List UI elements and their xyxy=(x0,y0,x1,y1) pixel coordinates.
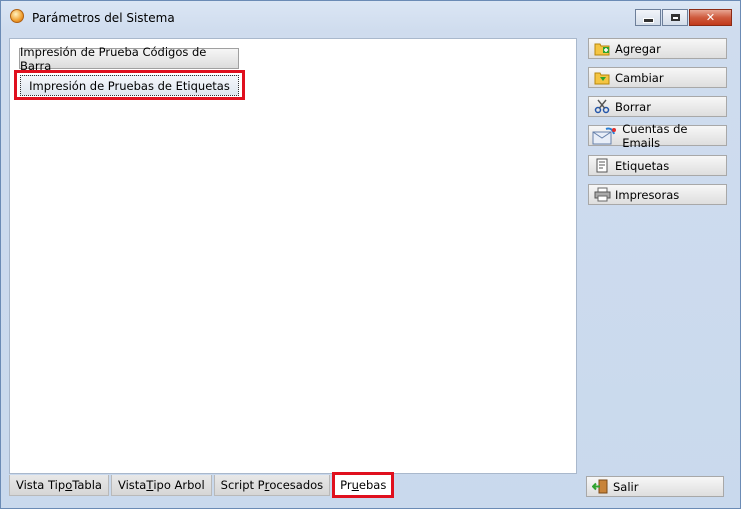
tab-vista-tipo-tabla[interactable]: Vista Tip o Tabla xyxy=(9,475,109,496)
title-bar[interactable]: Parámetros del Sistema ✕ xyxy=(1,1,740,31)
exit-button[interactable]: Salir xyxy=(586,476,724,497)
tab-label: ebas xyxy=(358,478,387,492)
change-folder-icon xyxy=(593,70,611,86)
email-accounts-icon xyxy=(591,127,618,144)
exit-label: Salir xyxy=(613,479,639,494)
change-label: Cambiar xyxy=(615,70,664,85)
tab-mnemonic: T xyxy=(146,478,154,492)
labels-icon xyxy=(593,158,611,174)
maximize-icon xyxy=(670,14,680,21)
tab-label: Tabla xyxy=(72,478,102,492)
tab-label: Vista Tip xyxy=(16,478,66,492)
tab-label: Vista xyxy=(117,478,147,492)
add-button[interactable]: Agregar xyxy=(588,38,727,59)
tab-label: Script P xyxy=(220,478,265,492)
tab-label: ipo Arbol xyxy=(153,478,205,492)
tab-mnemonic: u xyxy=(351,478,359,492)
printers-label: Impresoras xyxy=(615,187,680,202)
maximize-button[interactable] xyxy=(662,9,688,26)
email-accounts-label: Cuentas de Emails xyxy=(622,121,688,150)
tab-vista-tipo-arbol[interactable]: Vista Tipo Arbol xyxy=(110,475,212,496)
window-title: Parámetros del Sistema xyxy=(32,11,175,25)
add-folder-icon xyxy=(593,41,611,57)
tab-label: ocesados xyxy=(269,478,324,492)
printers-button[interactable]: Impresoras xyxy=(588,184,727,205)
add-label: Agregar xyxy=(615,41,661,56)
exit-door-icon xyxy=(591,479,609,495)
change-button[interactable]: Cambiar xyxy=(588,67,727,88)
minimize-button[interactable] xyxy=(635,9,661,26)
close-icon: ✕ xyxy=(705,11,716,24)
tab-bar: Vista Tip o Tabla Vista Tipo Arbol Script… xyxy=(9,472,396,498)
print-test-labels-label: Impresión de Pruebas de Etiquetas xyxy=(29,78,230,93)
delete-button[interactable]: Borrar xyxy=(588,96,727,117)
tab-label: Pr xyxy=(340,478,352,492)
scissors-icon xyxy=(593,99,611,115)
print-test-barcodes-button[interactable]: Impresión de Prueba Códigos de Barra xyxy=(19,45,239,73)
labels-label: Etiquetas xyxy=(615,158,670,173)
email-accounts-button[interactable]: Cuentas de Emails xyxy=(588,122,727,150)
close-button[interactable]: ✕ xyxy=(689,9,732,26)
delete-label: Borrar xyxy=(615,99,651,114)
window-controls: ✕ xyxy=(635,9,732,27)
tab-script-procesados[interactable]: Script Pr ocesados xyxy=(213,475,331,496)
print-test-labels-button[interactable]: Impresión de Pruebas de Etiquetas xyxy=(20,75,239,96)
print-test-barcodes-label: Impresión de Prueba Códigos de Barra xyxy=(20,44,207,73)
labels-button[interactable]: Etiquetas xyxy=(588,155,727,176)
tab-content-panel: Impresión de Prueba Códigos de Barra Imp… xyxy=(9,38,577,474)
printer-icon xyxy=(593,187,611,203)
tab-pruebas[interactable]: Pr u ebas xyxy=(332,472,395,498)
minimize-icon xyxy=(642,18,654,23)
app-icon xyxy=(10,9,24,23)
window: Parámetros del Sistema ✕ Impresión de Pr… xyxy=(0,0,741,509)
